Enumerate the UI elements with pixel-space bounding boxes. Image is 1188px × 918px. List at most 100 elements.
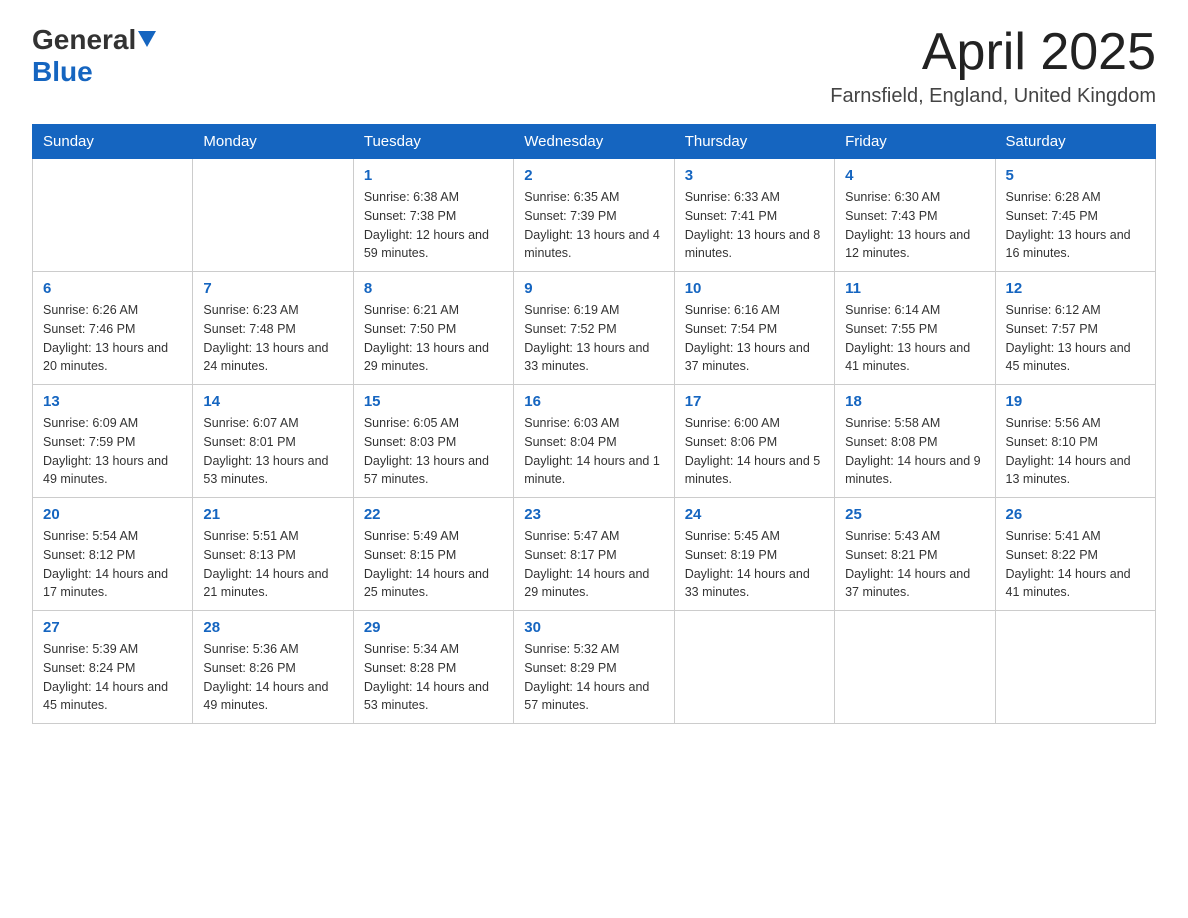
- table-row: 27Sunrise: 5:39 AMSunset: 8:24 PMDayligh…: [33, 611, 193, 724]
- table-row: 22 Sunrise: 5:49 AMSunset: 8:15 PMDayligh…: [353, 498, 513, 611]
- day-number: 23: [524, 506, 663, 523]
- logo-blue: Blue: [32, 56, 93, 87]
- day-info: Sunrise: 5:34 AMSunset: 8:28 PMDaylight:…: [364, 640, 503, 715]
- day-number: 2: [524, 167, 663, 184]
- table-row: 3 Sunrise: 6:33 AMSunset: 7:41 PMDaylight…: [674, 159, 834, 272]
- table-row: 25Sunrise: 5:43 AMSunset: 8:21 PMDayligh…: [835, 498, 995, 611]
- calendar-week-row: 1 Sunrise: 6:38 AMSunset: 7:38 PMDaylight…: [33, 159, 1156, 272]
- table-row: 2 Sunrise: 6:35 AMSunset: 7:39 PMDaylight…: [514, 159, 674, 272]
- table-row: 17Sunrise: 6:00 AMSunset: 8:06 PMDayligh…: [674, 385, 834, 498]
- table-row: [995, 611, 1155, 724]
- day-number: 15: [364, 393, 503, 410]
- day-number: 12: [1006, 280, 1145, 297]
- day-info: Sunrise: 6:21 AMSunset: 7:50 PMDaylight:…: [364, 301, 503, 376]
- calendar-week-row: 27Sunrise: 5:39 AMSunset: 8:24 PMDayligh…: [33, 611, 1156, 724]
- table-row: 6Sunrise: 6:26 AMSunset: 7:46 PMDaylight…: [33, 272, 193, 385]
- day-info: Sunrise: 5:49 AMSunset: 8:15 PMDaylight:…: [364, 527, 503, 602]
- day-number: 16: [524, 393, 663, 410]
- day-number: 27: [43, 619, 182, 636]
- logo-arrow-icon: [138, 31, 156, 52]
- day-info: Sunrise: 6:09 AMSunset: 7:59 PMDaylight:…: [43, 414, 182, 489]
- table-row: 15 Sunrise: 6:05 AMSunset: 8:03 PMDayligh…: [353, 385, 513, 498]
- day-info: Sunrise: 6:35 AMSunset: 7:39 PMDaylight:…: [524, 188, 663, 263]
- day-number: 8: [364, 280, 503, 297]
- day-number: 24: [685, 506, 824, 523]
- day-number: 11: [845, 280, 984, 297]
- day-number: 21: [203, 506, 342, 523]
- day-info: Sunrise: 6:03 AMSunset: 8:04 PMDaylight:…: [524, 414, 663, 489]
- calendar-week-row: 13Sunrise: 6:09 AMSunset: 7:59 PMDayligh…: [33, 385, 1156, 498]
- day-number: 29: [364, 619, 503, 636]
- calendar-table: Sunday Monday Tuesday Wednesday Thursday…: [32, 124, 1156, 724]
- table-row: 13Sunrise: 6:09 AMSunset: 7:59 PMDayligh…: [33, 385, 193, 498]
- day-info: Sunrise: 6:30 AMSunset: 7:43 PMDaylight:…: [845, 188, 984, 263]
- calendar-week-row: 6Sunrise: 6:26 AMSunset: 7:46 PMDaylight…: [33, 272, 1156, 385]
- day-info: Sunrise: 5:47 AMSunset: 8:17 PMDaylight:…: [524, 527, 663, 602]
- calendar-week-row: 20Sunrise: 5:54 AMSunset: 8:12 PMDayligh…: [33, 498, 1156, 611]
- table-row: 24Sunrise: 5:45 AMSunset: 8:19 PMDayligh…: [674, 498, 834, 611]
- table-row: 1 Sunrise: 6:38 AMSunset: 7:38 PMDaylight…: [353, 159, 513, 272]
- logo-general: General: [32, 24, 136, 56]
- day-info: Sunrise: 6:28 AMSunset: 7:45 PMDaylight:…: [1006, 188, 1145, 263]
- table-row: 21 Sunrise: 5:51 AMSunset: 8:13 PMDayligh…: [193, 498, 353, 611]
- day-info: Sunrise: 5:32 AMSunset: 8:29 PMDaylight:…: [524, 640, 663, 715]
- table-row: 16 Sunrise: 6:03 AMSunset: 8:04 PMDayligh…: [514, 385, 674, 498]
- day-number: 1: [364, 167, 503, 184]
- day-info: Sunrise: 6:05 AMSunset: 8:03 PMDaylight:…: [364, 414, 503, 489]
- col-monday: Monday: [193, 125, 353, 159]
- table-row: 14 Sunrise: 6:07 AMSunset: 8:01 PMDayligh…: [193, 385, 353, 498]
- table-row: 9Sunrise: 6:19 AMSunset: 7:52 PMDaylight…: [514, 272, 674, 385]
- day-number: 22: [364, 506, 503, 523]
- page-header: General Blue April 2025 Farnsfield, Engl…: [32, 24, 1156, 108]
- month-title: April 2025: [830, 24, 1156, 81]
- table-row: [33, 159, 193, 272]
- day-number: 10: [685, 280, 824, 297]
- day-number: 30: [524, 619, 663, 636]
- table-row: 12 Sunrise: 6:12 AMSunset: 7:57 PMDayligh…: [995, 272, 1155, 385]
- day-info: Sunrise: 5:36 AMSunset: 8:26 PMDaylight:…: [203, 640, 342, 715]
- table-row: [835, 611, 995, 724]
- table-row: 30 Sunrise: 5:32 AMSunset: 8:29 PMDayligh…: [514, 611, 674, 724]
- day-info: Sunrise: 6:12 AMSunset: 7:57 PMDaylight:…: [1006, 301, 1145, 376]
- table-row: 7 Sunrise: 6:23 AMSunset: 7:48 PMDaylight…: [193, 272, 353, 385]
- col-wednesday: Wednesday: [514, 125, 674, 159]
- table-row: 26 Sunrise: 5:41 AMSunset: 8:22 PMDayligh…: [995, 498, 1155, 611]
- day-info: Sunrise: 6:26 AMSunset: 7:46 PMDaylight:…: [43, 301, 182, 376]
- day-number: 20: [43, 506, 182, 523]
- table-row: 10Sunrise: 6:16 AMSunset: 7:54 PMDayligh…: [674, 272, 834, 385]
- table-row: 29 Sunrise: 5:34 AMSunset: 8:28 PMDayligh…: [353, 611, 513, 724]
- day-info: Sunrise: 6:23 AMSunset: 7:48 PMDaylight:…: [203, 301, 342, 376]
- location: Farnsfield, England, United Kingdom: [830, 85, 1156, 108]
- day-info: Sunrise: 6:33 AMSunset: 7:41 PMDaylight:…: [685, 188, 824, 263]
- day-info: Sunrise: 6:07 AMSunset: 8:01 PMDaylight:…: [203, 414, 342, 489]
- col-saturday: Saturday: [995, 125, 1155, 159]
- logo: General Blue: [32, 24, 156, 88]
- day-number: 5: [1006, 167, 1145, 184]
- day-number: 18: [845, 393, 984, 410]
- day-info: Sunrise: 5:58 AMSunset: 8:08 PMDaylight:…: [845, 414, 984, 489]
- table-row: 8 Sunrise: 6:21 AMSunset: 7:50 PMDaylight…: [353, 272, 513, 385]
- table-row: 18 Sunrise: 5:58 AMSunset: 8:08 PMDayligh…: [835, 385, 995, 498]
- table-row: 20Sunrise: 5:54 AMSunset: 8:12 PMDayligh…: [33, 498, 193, 611]
- day-info: Sunrise: 6:00 AMSunset: 8:06 PMDaylight:…: [685, 414, 824, 489]
- day-number: 25: [845, 506, 984, 523]
- table-row: 23 Sunrise: 5:47 AMSunset: 8:17 PMDayligh…: [514, 498, 674, 611]
- table-row: 5 Sunrise: 6:28 AMSunset: 7:45 PMDaylight…: [995, 159, 1155, 272]
- col-sunday: Sunday: [33, 125, 193, 159]
- table-row: 28 Sunrise: 5:36 AMSunset: 8:26 PMDayligh…: [193, 611, 353, 724]
- table-row: 11Sunrise: 6:14 AMSunset: 7:55 PMDayligh…: [835, 272, 995, 385]
- calendar-header-row: Sunday Monday Tuesday Wednesday Thursday…: [33, 125, 1156, 159]
- day-number: 3: [685, 167, 824, 184]
- day-info: Sunrise: 6:38 AMSunset: 7:38 PMDaylight:…: [364, 188, 503, 263]
- day-number: 4: [845, 167, 984, 184]
- title-section: April 2025 Farnsfield, England, United K…: [830, 24, 1156, 108]
- day-number: 28: [203, 619, 342, 636]
- day-info: Sunrise: 5:51 AMSunset: 8:13 PMDaylight:…: [203, 527, 342, 602]
- day-info: Sunrise: 5:41 AMSunset: 8:22 PMDaylight:…: [1006, 527, 1145, 602]
- day-number: 14: [203, 393, 342, 410]
- day-number: 7: [203, 280, 342, 297]
- col-thursday: Thursday: [674, 125, 834, 159]
- col-tuesday: Tuesday: [353, 125, 513, 159]
- day-info: Sunrise: 6:19 AMSunset: 7:52 PMDaylight:…: [524, 301, 663, 376]
- day-number: 26: [1006, 506, 1145, 523]
